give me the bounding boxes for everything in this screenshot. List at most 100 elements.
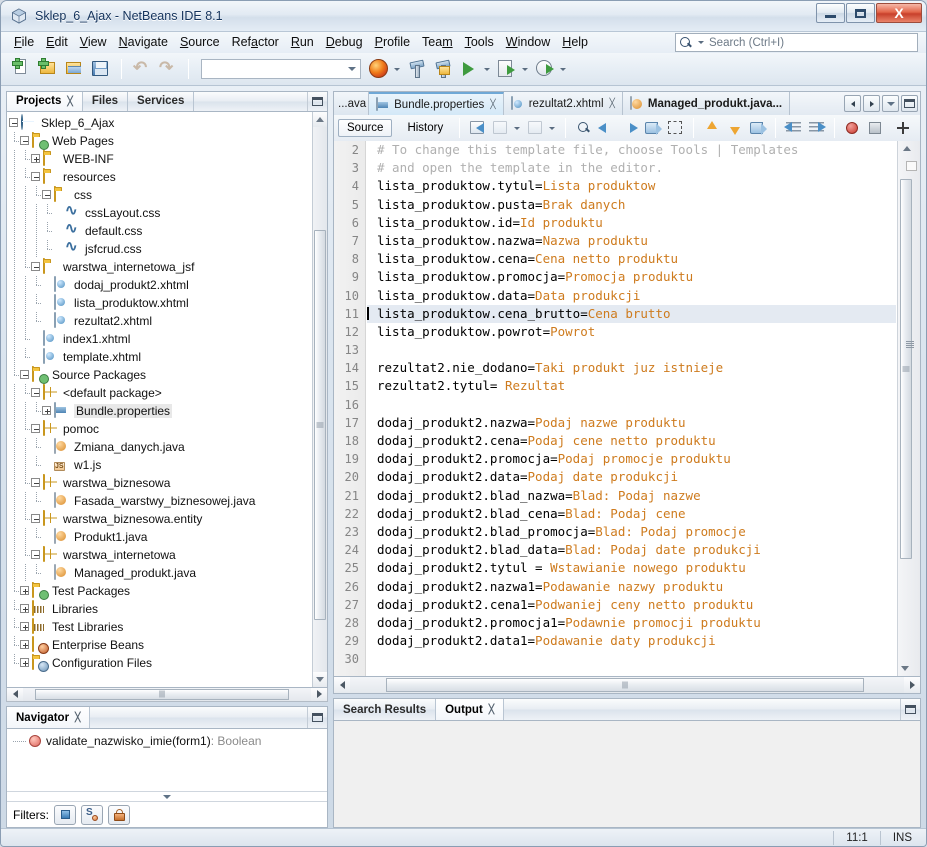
code-line[interactable]: lista_produktow.tytul=Lista produktow [367,177,896,195]
scrollbar-thumb[interactable] [314,229,326,620]
expand-icon[interactable] [42,406,51,416]
minimize-output-button[interactable] [900,699,920,720]
close-icon[interactable]: ╳ [75,712,80,723]
menu-debug[interactable]: Debug [320,33,369,52]
menu-edit[interactable]: Edit [40,33,74,52]
tree-node-warstwa-internetowa[interactable]: warstwa_internetowa [9,545,312,564]
scroll-tabs-right-button[interactable] [863,95,880,112]
tree-node-css[interactable]: css [9,185,312,204]
shift-right-icon[interactable] [806,118,827,138]
collapse-icon[interactable] [31,550,40,560]
menu-navigate[interactable]: Navigate [113,33,174,52]
editor-scrollbar[interactable] [897,141,920,676]
collapse-icon[interactable] [31,478,40,488]
clean-build-icon[interactable] [431,57,455,81]
project-tree-scrollbar[interactable] [312,111,327,687]
tree-node-lista-produktow-xhtml[interactable]: lista_produktow.xhtml [9,293,312,312]
expand-icon[interactable] [20,658,29,668]
run-dropdown-icon[interactable] [484,67,490,71]
collapse-icon[interactable] [31,262,40,272]
code-line[interactable]: lista_produktow.id=Id produktu [367,214,896,232]
code-line[interactable]: lista_produktow.data=Data produkcji [367,287,896,305]
project-tree[interactable]: Sklep_6_Ajax Web Pages WEB-INF resources css… [7,112,312,687]
document-list-button[interactable] [882,95,899,112]
collapse-icon[interactable] [20,136,29,146]
close-icon[interactable]: ╳ [610,98,615,109]
code-line[interactable]: lista_produktow.cena_brutto=Cena brutto [367,304,896,323]
debug-icon[interactable] [495,57,519,81]
close-icon[interactable]: ╳ [67,96,72,107]
tree-node-sklep-6-ajax[interactable]: Sklep_6_Ajax [9,113,312,132]
scroll-down-button[interactable] [894,661,916,676]
tree-node-warstwa-internetowa-jsf[interactable]: warstwa_internetowa_jsf [9,257,312,276]
tree-node-zmiana-danych-java[interactable]: Zmiana_danych.java [9,437,312,456]
collapse-icon[interactable] [9,118,18,128]
code-line[interactable]: lista_produktow.nazwa=Nazwa produktu [367,232,896,250]
tree-node-fasada-warstwy-biznesowej-java[interactable]: Fasada_warstwy_biznesowej.java [9,491,312,510]
scrollbar-thumb[interactable] [900,179,912,559]
code-line[interactable]: # and open the template in the editor. [367,159,896,177]
profile-dropdown-icon[interactable] [560,67,566,71]
scroll-up-button[interactable] [894,141,920,156]
expand-icon[interactable] [31,154,40,164]
scroll-right-button[interactable] [311,687,327,701]
tree-node-enterprise-beans[interactable]: Enterprise Beans [9,635,312,654]
minimize-explorer-button[interactable] [307,92,327,111]
code-line[interactable]: # To change this template file, choose T… [367,141,896,159]
code-line[interactable]: dodaj_produkt2.nazwa1=Podawanie nazwy pr… [367,578,896,596]
close-button[interactable]: X [876,3,922,23]
menu-tools[interactable]: Tools [459,33,500,52]
undo-icon[interactable]: ↶ [130,57,154,81]
collapse-icon[interactable] [31,514,40,524]
chevron-down-icon[interactable] [698,41,704,44]
code-line[interactable]: dodaj_produkt2.cena1=Podwaniej ceny nett… [367,596,896,614]
code-line[interactable]: dodaj_produkt2.blad_nazwa=Blad: Podaj na… [367,487,896,505]
filter-non-public-button[interactable] [54,804,76,825]
menu-refactor[interactable]: Refactor [226,33,285,52]
tab-source[interactable]: Source [338,119,393,137]
arrow-right-icon[interactable] [619,118,640,138]
collapse-icon[interactable] [42,190,51,200]
stop-icon[interactable] [865,118,886,138]
code-line[interactable]: lista_produktow.promocja=Promocja produk… [367,268,896,286]
tab-services[interactable]: Services [128,92,195,111]
filter-static-button[interactable]: S [81,804,103,825]
code-line[interactable]: dodaj_produkt2.blad_data=Blad: Podaj dat… [367,541,896,559]
tree-node-dodaj-produkt2-xhtml[interactable]: dodaj_produkt2.xhtml [9,275,312,294]
code-line[interactable] [367,650,896,668]
error-stripe-mark[interactable] [906,161,917,171]
editor-hscrollbar[interactable] [333,677,921,694]
highlight-icon[interactable] [747,118,768,138]
browser-dropdown-icon[interactable] [394,67,400,71]
code-line[interactable]: dodaj_produkt2.blad_cena=Blad: Podaj cen… [367,505,896,523]
arrow-up-icon[interactable] [701,118,722,138]
tab-files[interactable]: Files [83,92,129,111]
hscrollbar-thumb[interactable] [35,688,289,700]
hammer-icon[interactable] [405,57,429,81]
menu-window[interactable]: Window [500,33,556,52]
tree-node-warstwa-biznesowa-entity[interactable]: warstwa_biznesowa.entity [9,509,312,528]
uncomment-icon[interactable] [525,118,546,138]
close-icon[interactable]: ╳ [489,704,494,715]
tree-node-produkt1-java[interactable]: Produkt1.java [9,527,312,546]
tab-output[interactable]: Output ╳ [436,699,505,720]
project-tree-hscrollbar[interactable] [6,687,328,702]
editor-tab-bundle-properties[interactable]: Bundle.properties ╳ [369,92,504,115]
tree-node-template-xhtml[interactable]: template.xhtml [9,347,312,366]
new-file-icon[interactable] [11,57,35,81]
code-line[interactable]: dodaj_produkt2.nazwa=Podaj nazwe produkt… [367,414,896,432]
output-content[interactable] [333,720,921,828]
code-editor[interactable]: 2 3 4 5 6 7 8 9 10 11 12 13 14 15 16 17 18 19 20 21 22 23 24 25… [333,141,921,677]
code-line[interactable] [367,396,896,414]
tree-node-rezultat2-xhtml[interactable]: rezultat2.xhtml [9,311,312,330]
debug-dropdown-icon[interactable] [522,67,528,71]
toggle-bookmark-icon[interactable] [642,118,663,138]
scroll-left-button[interactable] [7,687,23,701]
menu-profile[interactable]: Profile [369,33,416,52]
code-line[interactable]: lista_produktow.powrot=Powrot [367,323,896,341]
tree-node-web-inf[interactable]: WEB-INF [9,149,312,168]
search-box[interactable]: Search (Ctrl+I) [675,33,918,52]
menu-view[interactable]: View [74,33,113,52]
search-input[interactable]: Search (Ctrl+I) [709,37,784,49]
menu-source[interactable]: Source [174,33,226,52]
